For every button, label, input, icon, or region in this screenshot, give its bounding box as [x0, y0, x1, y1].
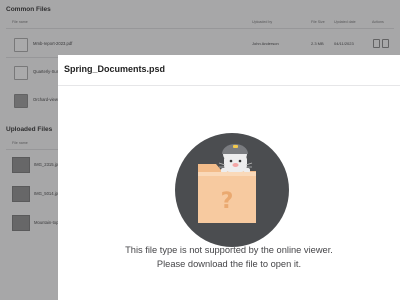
unsupported-message: This file type is not supported by the o…	[58, 243, 400, 271]
message-line-2: Please download the file to open it.	[156, 259, 302, 269]
message-line-1: This file type is not supported by the o…	[125, 245, 333, 255]
modal-header: Spring_Documents.psd	[58, 55, 400, 86]
unknown-file-folder-icon: ?	[175, 133, 289, 247]
unsupported-file-illustration: ?	[172, 130, 292, 250]
modal-title: Spring_Documents.psd	[64, 64, 166, 74]
file-preview-modal: Spring_Documents.psd ? This file type is…	[58, 55, 400, 300]
question-mark-glyph: ?	[221, 189, 234, 214]
